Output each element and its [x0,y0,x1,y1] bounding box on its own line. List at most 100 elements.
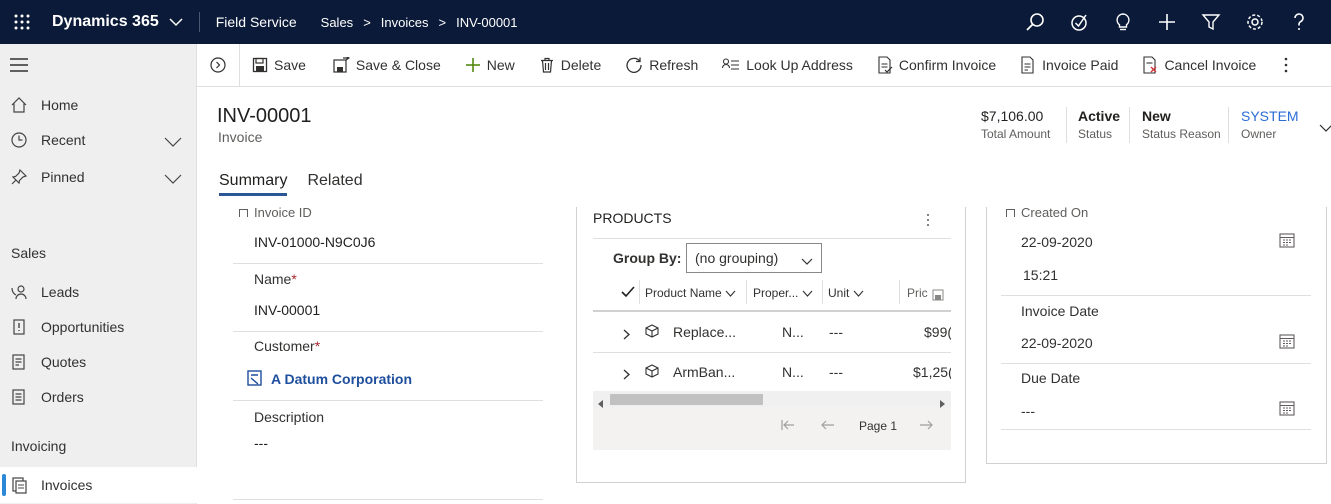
product-name-cell[interactable]: ArmBan... [673,364,735,380]
help-icon[interactable] [1287,10,1311,34]
column-header-unit[interactable]: Unit [828,286,864,300]
group-by-select[interactable]: (no grouping) [686,243,822,273]
status-reason-value: New [1142,108,1171,124]
account-icon [247,370,263,389]
chevron-down-icon[interactable] [164,134,182,150]
app-launcher-icon[interactable] [0,0,44,44]
trash-icon [540,57,553,73]
previous-page-icon[interactable] [821,418,835,434]
sidebar-item-quotes[interactable]: Quotes [0,344,197,380]
hamburger-menu-icon[interactable] [10,58,28,75]
save-button[interactable]: Save [252,57,306,73]
properties-cell: N... [782,364,804,380]
brand-title[interactable]: Dynamics 365 [52,13,159,31]
horizontal-scrollbar[interactable] [593,391,951,408]
created-on-label: Created On [1006,205,1088,217]
record-title: INV-00001 [217,105,312,127]
column-header-properties[interactable]: Proper... [753,286,813,300]
divider [233,499,543,500]
record-header: INV-00001 Invoice $7,106.00 Total Amount… [197,87,1331,207]
next-page-icon[interactable] [919,418,933,434]
divider [1001,295,1311,296]
created-on-label-text: Created On [1021,205,1089,217]
more-commands-icon[interactable] [1284,57,1288,73]
sidebar-item-label: Quotes [41,354,87,370]
expand-row-icon[interactable] [623,367,630,383]
lightbulb-icon[interactable] [1111,10,1135,34]
properties-cell: N... [782,324,804,340]
due-date-field[interactable]: --- [1021,403,1035,419]
chevron-down-icon[interactable] [164,171,182,187]
tab-summary[interactable]: Summary [219,172,288,196]
gear-icon[interactable] [1243,10,1267,34]
product-name-cell[interactable]: Replace... [673,324,736,340]
new-button[interactable]: New [465,57,515,73]
calendar-icon[interactable] [1279,400,1295,419]
cancel-invoice-button[interactable]: Cancel Invoice [1142,56,1256,74]
confirm-invoice-label: Confirm Invoice [898,57,997,73]
invoice-icon [10,476,28,494]
lookup-address-button[interactable]: Look Up Address [722,57,853,73]
back-button[interactable] [197,43,240,87]
sidebar-item-pinned[interactable]: Pinned [0,159,197,195]
tab-related[interactable]: Related [307,172,362,196]
sidebar-group-invoicing: Invoicing [11,438,67,454]
confirm-invoice-button[interactable]: Confirm Invoice [877,56,996,74]
address-book-icon [722,58,740,70]
products-grid: Group By: (no grouping) Product Name Pro… [593,238,951,450]
expand-header-icon[interactable] [1319,120,1331,136]
owner-link[interactable]: SYSTEM [1241,108,1299,124]
header-status-reason: New Status Reason [1142,108,1221,141]
scrollbar-thumb[interactable] [610,394,763,405]
lock-icon [239,209,248,217]
select-all-checkmark-icon[interactable] [621,285,635,301]
delete-button[interactable]: Delete [539,57,601,73]
task-icon[interactable] [1067,10,1091,34]
divider [233,331,543,332]
scroll-left-icon[interactable] [598,395,603,411]
customer-link[interactable]: A Datum Corporation [271,371,412,387]
breadcrumb-sales[interactable]: Sales [321,15,354,30]
scroll-right-icon[interactable] [940,395,945,411]
save-close-button[interactable]: Save & Close [332,57,441,73]
name-label-text: Name [254,271,292,287]
invoice-date-field[interactable]: 22-09-2020 [1021,335,1093,351]
created-on-date: 22-09-2020 [1021,234,1093,250]
column-header-price[interactable]: Pric [907,286,928,300]
grid-footer: Page 1 [593,391,951,450]
divider [746,280,747,304]
name-field[interactable]: INV-00001 [254,302,320,318]
invoice-paid-button[interactable]: Invoice Paid [1020,56,1118,74]
plus-icon[interactable] [1155,10,1179,34]
expand-row-icon[interactable] [623,327,630,343]
save-close-label: Save & Close [355,57,441,73]
due-date-label: Due Date [1021,370,1081,386]
calendar-icon[interactable] [1279,333,1295,352]
search-icon[interactable] [1023,10,1047,34]
calendar-icon[interactable] [1279,232,1295,251]
description-field[interactable]: --- [254,435,268,451]
sidebar-item-recent[interactable]: Recent [0,122,197,158]
app-name[interactable]: Field Service [216,14,297,30]
breadcrumb-invoices[interactable]: Invoices [381,15,429,30]
sidebar-group-sales: Sales [11,245,47,261]
refresh-button[interactable]: Refresh [625,56,698,74]
refresh-icon [626,57,642,73]
divider [1001,429,1311,430]
more-options-icon[interactable] [926,213,930,230]
first-page-icon[interactable] [781,418,795,434]
column-header-product-name[interactable]: Product Name [645,286,736,300]
sidebar-item-opportunities[interactable]: Opportunities [0,309,197,345]
page-indicator: Page 1 [859,419,898,433]
table-row[interactable]: Replace... N... --- $99( [593,312,951,352]
sidebar-item-orders[interactable]: Orders [0,379,197,415]
price-cell: $99( [924,324,951,340]
table-row[interactable]: ArmBan... N... --- $1,25( [593,352,951,392]
filter-icon[interactable] [1199,10,1223,34]
chevron-down-icon[interactable] [169,14,183,30]
divider [639,280,640,304]
sidebar-item-leads[interactable]: Leads [0,274,197,310]
sidebar-item-invoices[interactable]: Invoices [0,467,197,503]
product-icon [645,324,659,341]
sidebar-item-home[interactable]: Home [0,87,197,123]
